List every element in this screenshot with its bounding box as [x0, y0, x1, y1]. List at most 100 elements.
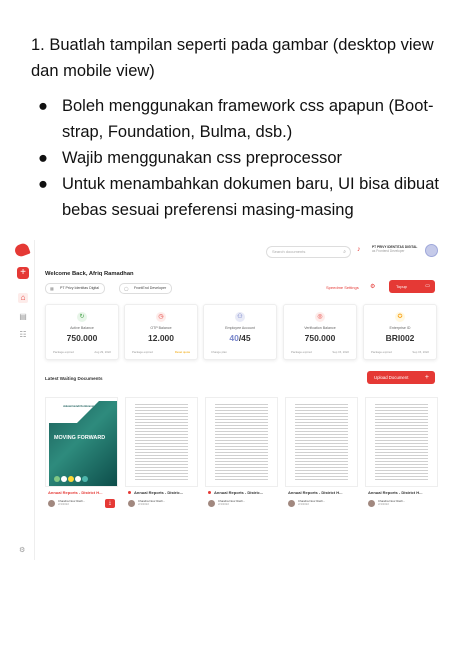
cover-circles	[54, 469, 89, 487]
user-icon: ◯	[124, 286, 129, 291]
dashboard-screenshot: + ⌂ ▤ ☷ ⚙ Search documents ⌕ ♪ PT PRIVY …	[12, 240, 449, 560]
search-icon: ⌕	[343, 249, 346, 255]
card-foot-left[interactable]: Change plan	[211, 350, 227, 354]
document-date: 2/4/2022	[58, 502, 69, 507]
card-footer: Package expired Aug 29, 2022	[53, 350, 111, 354]
home-icon[interactable]: ⌂	[18, 293, 28, 303]
document-thumbnail[interactable]	[125, 397, 198, 487]
list-item: ● Boleh menggunakan framework css apapun …	[31, 93, 441, 145]
bell-icon[interactable]: ♪	[357, 246, 361, 253]
stat-card[interactable]: ◷ OTP Balance 12.000 Package expired Rese…	[124, 304, 198, 360]
gear-icon[interactable]: ⚙	[19, 546, 25, 554]
target-icon: ◎	[315, 312, 325, 322]
instruction-list: ● Boleh menggunakan framework css apapun …	[31, 93, 441, 223]
document-date: 2/4/2022	[298, 502, 309, 507]
document-title[interactable]: Annual Reports - District H...	[48, 490, 102, 495]
card-footer: Change plan	[211, 350, 269, 354]
card-value-rest: /45	[238, 333, 251, 343]
card-foot-right: Sep 15, 2022	[332, 350, 349, 354]
stat-card[interactable]: ↻ Active Balance 750.000 Package expired…	[45, 304, 119, 360]
instruction-heading: 1. Buatlah tampilan seperti pada gambar …	[31, 36, 434, 80]
card-value: BRI002	[385, 333, 415, 343]
document-thumbnail[interactable]	[285, 397, 358, 487]
status-dot-icon	[128, 491, 131, 494]
speedme-settings-link[interactable]: Speedme Settings	[326, 285, 359, 290]
add-icon[interactable]: +	[17, 267, 29, 279]
document-thumbnail[interactable]: Jokowi Hendi Konferensi MOVING FORWARD	[45, 397, 118, 487]
card-value: 750.000	[66, 333, 98, 343]
avatar[interactable]	[425, 244, 438, 257]
timer-icon: ◷	[156, 312, 166, 322]
document-card[interactable]: Annual Reports - Distric... Chandra Noor…	[205, 397, 278, 512]
stat-card[interactable]: ⚇ Employee Account 40/45 Change plan	[203, 304, 277, 360]
card-foot-right: Aug 29, 2022	[94, 350, 111, 354]
role-chip[interactable]: ◯ FrontEnd Developer	[119, 283, 173, 294]
topup-label: Topup	[396, 284, 407, 289]
document-title[interactable]: Annual Reports - District H...	[288, 490, 342, 495]
company-chip[interactable]: ▦ PT Privy Identitas Digital	[45, 283, 106, 294]
card-label: Active Balance	[70, 326, 94, 330]
users-icon: ⚇	[235, 312, 245, 322]
document-icon[interactable]: ▤	[18, 312, 28, 322]
document-owner: Chandra Noor Rach... 2/4/2022	[218, 499, 245, 507]
card-footer: Package expired Sep 15, 2022	[291, 350, 349, 354]
card-label: Verification Balance	[304, 326, 336, 330]
card-value-main: 40	[229, 333, 239, 343]
building-icon: ▦	[50, 286, 54, 291]
document-card[interactable]: Annual Reports - District H... Chandra N…	[365, 397, 438, 512]
document-owner: Chandra Noor Rach... 2/4/2022	[378, 499, 405, 507]
document-thumbnail[interactable]	[365, 397, 438, 487]
document-card[interactable]: Annual Reports - District H... Chandra N…	[285, 397, 358, 512]
gear-icon[interactable]: ⚙	[370, 283, 375, 290]
sidebar: + ⌂ ▤ ☷ ⚙	[12, 240, 35, 560]
contacts-icon[interactable]: ☷	[18, 330, 28, 340]
stat-card[interactable]: ✪ Enterprise ID BRI002 Package expired Se…	[363, 304, 437, 360]
chip-label: FrontEnd Developer	[134, 286, 167, 290]
welcome-title: Welcome Back, Afriq Ramadhan	[45, 271, 134, 277]
card-foot-right[interactable]: Reset quota	[175, 350, 190, 354]
topup-button[interactable]: Topup ▭	[389, 280, 435, 293]
cover-badge: Jokowi Hendi Konferensi	[63, 405, 94, 408]
instruction-text: 1. Buatlah tampilan seperti pada gambar …	[31, 32, 441, 223]
document-card[interactable]: Annual Reports - Distric... Chandra Noor…	[125, 397, 198, 512]
list-item: ● Wajib menggunakan css preprocessor	[31, 145, 441, 171]
avatar	[288, 500, 295, 507]
document-title[interactable]: Annual Reports - District H...	[368, 490, 422, 495]
document-title-text: Annual Reports - Distric...	[134, 490, 184, 495]
card-value: 12.000	[148, 333, 174, 343]
document-title[interactable]: Annual Reports - Distric...	[128, 490, 183, 495]
card-value: 40/45	[204, 333, 276, 343]
document-card[interactable]: Jokowi Hendi Konferensi MOVING FORWARD A…	[45, 397, 118, 512]
card-foot-left: Package expired	[132, 350, 153, 354]
bullet-icon: ●	[38, 175, 48, 193]
document-lines	[135, 404, 188, 480]
badge-icon: ✪	[395, 312, 405, 322]
document-owner: Chandra Noor Rach... 2/4/2022	[298, 499, 325, 507]
bullet-icon: ●	[38, 97, 48, 115]
card-foot-left: Package expired	[371, 350, 392, 354]
document-owner: Chandra Noor Rach... 2/4/2022	[58, 499, 85, 507]
document-lines	[215, 404, 268, 480]
bullet-text: Untuk menambahkan dokumen baru, UI bisa …	[62, 175, 439, 219]
avatar	[208, 500, 215, 507]
search-input[interactable]: Search documents ⌕	[266, 246, 351, 258]
stat-card[interactable]: ◎ Verification Balance 750.000 Package e…	[283, 304, 357, 360]
company-info: PT PRIVY IDENTITAS DIGITAL as Frontend D…	[372, 245, 417, 253]
card-foot-left: Package expired	[53, 350, 74, 354]
upload-document-button[interactable]: Upload Document +	[367, 371, 435, 384]
bullet-text: Wajib menggunakan css preprocessor	[62, 149, 343, 167]
card-label: OTP Balance	[150, 326, 172, 330]
document-thumbnail[interactable]	[205, 397, 278, 487]
document-lines	[295, 404, 348, 480]
download-icon[interactable]: ⤓	[105, 499, 115, 508]
document-title-text: Annual Reports - Distric...	[214, 490, 264, 495]
status-dot-icon	[208, 491, 211, 494]
document-title[interactable]: Annual Reports - Distric...	[208, 490, 263, 495]
card-foot-left: Package expired	[291, 350, 312, 354]
document-cover: Jokowi Hendi Konferensi MOVING FORWARD	[49, 401, 117, 486]
card-footer: Package expired Reset quota	[132, 350, 190, 354]
document-lines	[375, 404, 428, 480]
avatar	[48, 500, 55, 507]
avatar	[368, 500, 375, 507]
plus-icon: +	[424, 374, 429, 381]
